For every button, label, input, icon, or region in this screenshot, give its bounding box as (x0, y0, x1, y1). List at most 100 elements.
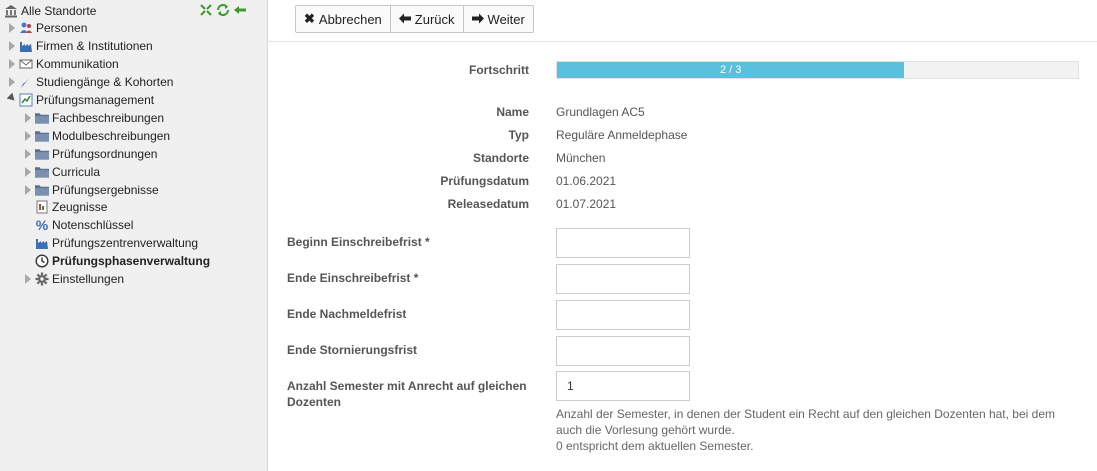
folder-icon (35, 165, 49, 179)
cancel-button[interactable]: ✖ Abbrechen (295, 5, 391, 33)
sidebar-item-label: Modulbeschreibungen (52, 128, 171, 143)
arrow-left-icon (398, 12, 411, 27)
sidebar-item-label: Notenschlüssel (52, 217, 134, 232)
expand-toggle-icon[interactable] (7, 22, 16, 33)
release-date-value: 01.07.2021 (556, 197, 617, 211)
folder-icon (35, 183, 49, 197)
sidebar-item-kommunikation[interactable]: Kommunikation (7, 55, 119, 72)
sidebar-item-label: Prüfungsergebnisse (52, 182, 159, 197)
cancel-button-label: Abbrechen (318, 11, 382, 27)
arrow-right-icon (471, 12, 484, 27)
back-button[interactable]: Zurück (389, 5, 464, 33)
expand-toggle-icon[interactable] (23, 130, 32, 141)
sidebar-item-label: Curricula (52, 164, 101, 179)
tree-root-label: Alle Standorte (21, 3, 97, 18)
progress-text: 2 / 3 (719, 64, 742, 76)
building-icon (4, 4, 18, 18)
enrollment-start-label: Beginn Einschreibefrist * (287, 235, 430, 249)
expand-toggle-icon[interactable] (23, 112, 32, 123)
factory-icon (19, 39, 33, 53)
certificate-icon (35, 200, 49, 214)
locations-value: München (556, 151, 606, 165)
sidebar-item-modulbeschreibungen[interactable]: Modulbeschreibungen (23, 127, 170, 144)
sidebar-item-pruefungsordnungen[interactable]: Prüfungsordnungen (23, 145, 157, 162)
collapse-toggle-icon[interactable] (6, 92, 17, 105)
type-value: Reguläre Anmeldephase (556, 128, 688, 142)
expand-toggle-icon[interactable] (7, 40, 16, 51)
sidebar-item-fachbeschreibungen[interactable]: Fachbeschreibungen (23, 109, 164, 126)
name-label: Name (496, 105, 529, 119)
progress-label: Fortschritt (469, 63, 529, 77)
semesters-help-text: Anzahl der Semester, in denen der Studen… (556, 406, 1076, 454)
help-line-2: auch die Vorlesung gehört wurde. (556, 423, 735, 437)
expand-icon[interactable] (199, 4, 213, 16)
folder-icon (35, 129, 49, 143)
help-line-1: Anzahl der Semester, in denen der Studen… (556, 407, 1055, 421)
sidebar-item-label: Zeugnisse (52, 199, 108, 214)
sidebar-item-einstellungen[interactable]: Einstellungen (23, 270, 124, 287)
sidebar-item-label: Prüfungsmanagement (36, 92, 155, 107)
sidebar-item-label: Prüfungsordnungen (52, 146, 158, 161)
sidebar-item-label: Kommunikation (36, 56, 119, 71)
root-tools (199, 4, 247, 16)
tree-root-all-locations[interactable]: Alle Standorte (4, 2, 96, 19)
exam-date-value: 01.06.2021 (556, 174, 617, 188)
name-value: Grundlagen AC5 (556, 105, 645, 119)
expand-toggle-icon[interactable] (23, 273, 32, 284)
enrollment-end-input[interactable] (556, 264, 690, 294)
expand-toggle-icon[interactable] (23, 148, 32, 159)
sidebar-item-studiengaenge[interactable]: Studiengänge & Kohorten (7, 73, 173, 90)
sidebar-item-pruefungszentrenverwaltung[interactable]: Prüfungszentrenverwaltung (35, 234, 198, 251)
sidebar-item-label: Firmen & Institutionen (36, 38, 153, 53)
sidebar-item-label: Fachbeschreibungen (52, 110, 165, 125)
release-date-label: Releasedatum (447, 197, 529, 211)
back-button-label: Zurück (414, 11, 455, 27)
sidebar-item-notenschluessel[interactable]: % Notenschlüssel (35, 216, 134, 233)
sidebar-item-personen[interactable]: Personen (7, 19, 87, 36)
percent-icon: % (35, 216, 49, 233)
expand-toggle-icon[interactable] (23, 166, 32, 177)
sidebar-item-label: Prüfungsphasenverwaltung (52, 253, 211, 268)
folder-icon (35, 147, 49, 161)
sidebar: Alle Standorte Personen Firmen & Institu… (0, 0, 268, 471)
sidebar-item-label: Studiengänge & Kohorten (36, 74, 174, 89)
semesters-label-line2: Dozenten (287, 395, 341, 409)
expand-toggle-icon[interactable] (7, 58, 16, 69)
expand-toggle-icon[interactable] (23, 184, 32, 195)
progress-bar: 2 / 3 (556, 61, 1079, 79)
refresh-icon[interactable] (216, 4, 230, 16)
factory-icon (35, 236, 49, 250)
folder-icon (35, 111, 49, 125)
sidebar-item-label: Prüfungszentrenverwaltung (52, 235, 199, 250)
envelope-icon (19, 57, 33, 71)
sidebar-item-pruefungsmanagement[interactable]: Prüfungsmanagement (6, 91, 155, 108)
next-button-label: Weiter (487, 11, 525, 27)
exam-date-label: Prüfungsdatum (440, 174, 529, 188)
expand-toggle-icon[interactable] (7, 76, 16, 87)
close-icon: ✖ (304, 11, 315, 26)
wizard-toolbar: ✖ Abbrechen Zurück Weiter (268, 0, 1097, 42)
cancellation-end-input[interactable] (556, 336, 690, 366)
semesters-label-line1: Anzahl Semester mit Anrecht auf gleichen (287, 379, 527, 393)
feather-icon (19, 75, 33, 89)
enrollment-start-input[interactable] (556, 228, 690, 258)
wizard-button-group: ✖ Abbrechen Zurück Weiter (295, 5, 534, 33)
semesters-input[interactable] (556, 371, 690, 401)
enrollment-end-label: Ende Einschreibefrist * (287, 271, 419, 285)
sidebar-item-pruefungsphasenverwaltung[interactable]: Prüfungsphasenverwaltung (35, 252, 210, 269)
next-button[interactable]: Weiter (462, 5, 534, 33)
people-icon (19, 21, 33, 35)
late-registration-end-input[interactable] (556, 300, 690, 330)
chart-icon (19, 93, 33, 107)
back-arrow-icon[interactable] (233, 4, 247, 16)
sidebar-item-zeugnisse[interactable]: Zeugnisse (35, 198, 107, 215)
cancellation-end-label: Ende Stornierungsfrist (287, 343, 418, 357)
clock-icon (35, 253, 49, 268)
sidebar-item-label: Personen (36, 20, 88, 35)
sidebar-item-curricula[interactable]: Curricula (23, 163, 100, 180)
help-line-3: 0 entspricht dem aktuellen Semester. (556, 439, 754, 453)
sidebar-item-label: Einstellungen (52, 271, 125, 286)
sidebar-item-firmen[interactable]: Firmen & Institutionen (7, 37, 153, 54)
late-registration-end-label: Ende Nachmeldefrist (287, 307, 407, 321)
sidebar-item-pruefungsergebnisse[interactable]: Prüfungsergebnisse (23, 181, 159, 198)
